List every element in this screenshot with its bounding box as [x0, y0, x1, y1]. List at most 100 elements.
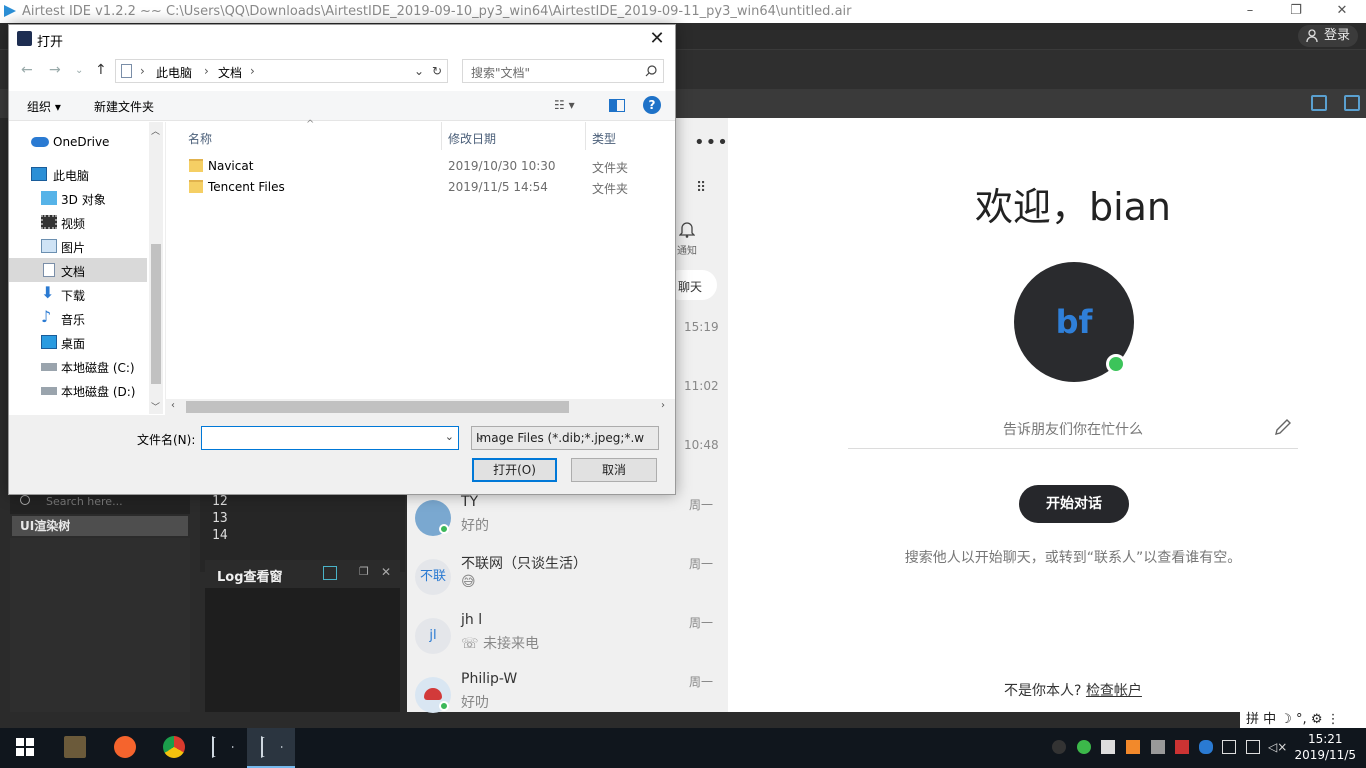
up-arrow-icon[interactable]: ↑: [95, 62, 107, 78]
tray-icon[interactable]: [1101, 740, 1115, 754]
drive-icon: [41, 363, 57, 371]
scroll-right-icon[interactable]: ›: [661, 400, 665, 411]
expand-icon[interactable]: [1344, 95, 1360, 111]
breadcrumb-this-pc[interactable]: 此电脑: [156, 64, 192, 81]
ime-toolbar[interactable]: 拼 中 ☽ °, ⚙ ⋮: [1240, 706, 1366, 728]
pencil-icon[interactable]: [1273, 417, 1293, 437]
filename-input[interactable]: ⌄: [201, 426, 459, 450]
column-header-date[interactable]: 修改日期: [448, 130, 496, 147]
organize-button[interactable]: 组织 ▾: [27, 98, 61, 115]
start-button[interactable]: [0, 728, 48, 768]
chat-time: 周一: [688, 557, 713, 571]
taskbar-app[interactable]: [149, 728, 197, 768]
file-date: 2019/10/30 10:30: [448, 159, 556, 173]
airtest-logo-icon: [4, 5, 16, 17]
start-chat-button[interactable]: 开始对话: [1019, 485, 1129, 523]
horizontal-scrollbar[interactable]: ‹ ›: [165, 399, 675, 415]
refresh-icon[interactable]: ↻: [432, 64, 442, 78]
tray-icon[interactable]: [1151, 740, 1165, 754]
horizontal-scroll-thumb[interactable]: [186, 401, 569, 413]
file-list: ^ 名称 修改日期 类型 Navicat 2019/10/30 10:30 文件…: [165, 119, 676, 414]
filetype-select[interactable]: Image Files (*.dib;*.jpeg;*.we ⌄: [471, 426, 659, 450]
address-bar[interactable]: › 此电脑 › 文档 › ⌄ ↻: [115, 59, 448, 83]
ui-tree-tab[interactable]: UI渲染树: [12, 516, 188, 536]
nav-item-desktop[interactable]: 桌面: [9, 330, 147, 354]
taskbar-app[interactable]: [100, 728, 148, 768]
taskbar-app[interactable]: [50, 728, 98, 768]
tray-icon[interactable]: [1126, 740, 1140, 754]
nav-item-drive-c[interactable]: 本地磁盘 (C:): [9, 354, 147, 378]
nav-item-3d-objects[interactable]: 3D 对象: [9, 186, 147, 210]
nav-item-this-pc[interactable]: 此电脑: [9, 162, 147, 186]
filter-icon[interactable]: [323, 566, 337, 580]
layout-icon[interactable]: [1311, 95, 1327, 111]
nav-item-pictures[interactable]: 图片: [9, 234, 147, 258]
view-options-icon[interactable]: ☷ ▾: [554, 98, 575, 112]
dialpad-icon[interactable]: ⠿: [696, 180, 706, 196]
forward-arrow-icon[interactable]: →: [49, 62, 61, 78]
missed-call-icon: ☏: [461, 636, 483, 652]
minimize-icon[interactable]: –: [1240, 3, 1260, 19]
search-documents-input[interactable]: 搜索"文档": [462, 59, 664, 83]
preview-pane-icon[interactable]: [609, 99, 625, 112]
status-input[interactable]: 告诉朋友们你在忙什么: [848, 413, 1298, 449]
chat-name: TY: [461, 494, 479, 510]
chat-item[interactable]: TY 好的 周一: [407, 494, 728, 553]
back-arrow-icon[interactable]: ←: [21, 62, 33, 78]
cancel-button[interactable]: 取消: [571, 458, 657, 482]
status-placeholder: 告诉朋友们你在忙什么: [1003, 422, 1143, 438]
close-log-icon[interactable]: ✕: [381, 565, 391, 579]
tray-icon[interactable]: [1175, 740, 1189, 754]
nav-item-videos[interactable]: 视频: [9, 210, 147, 234]
volume-icon[interactable]: ◁×: [1268, 740, 1287, 754]
new-folder-button[interactable]: 新建文件夹: [94, 98, 154, 115]
close-icon[interactable]: ✕: [1332, 3, 1352, 19]
file-row[interactable]: Navicat 2019/10/30 10:30 文件夹: [166, 156, 676, 177]
filename-dropdown-icon[interactable]: ⌄: [445, 430, 454, 443]
taskbar-app[interactable]: [198, 728, 246, 768]
nav-item-onedrive[interactable]: OneDrive: [9, 130, 147, 154]
nav-item-documents[interactable]: 文档: [9, 258, 147, 282]
chat-item[interactable]: jl jh l ☏ 未接来电 周一: [407, 612, 728, 671]
navigation-pane: OneDrive 此电脑 3D 对象 视频 图片 文档 ⬇ 下载 ♪ 音乐 桌面…: [9, 122, 164, 414]
maximize-icon[interactable]: ❐: [1286, 3, 1306, 19]
clock[interactable]: 15:21 2019/11/5: [1294, 731, 1356, 763]
chat-time: 周一: [688, 616, 713, 630]
nav-scroll-thumb[interactable]: [151, 244, 161, 384]
bluetooth-icon[interactable]: [1199, 740, 1213, 754]
tray-icon[interactable]: [1222, 740, 1236, 754]
airtest-icon: [212, 736, 234, 758]
help-icon[interactable]: ?: [643, 96, 661, 114]
app-icon: [114, 736, 136, 758]
qq-tray-icon[interactable]: [1052, 740, 1066, 754]
more-icon[interactable]: •••: [694, 132, 729, 153]
scroll-left-icon[interactable]: ‹: [171, 400, 175, 411]
column-header-name[interactable]: 名称: [188, 130, 212, 147]
breadcrumb-documents[interactable]: 文档: [218, 64, 242, 81]
chat-item[interactable]: Philip-W 好叻 周一: [407, 671, 728, 730]
welcome-title: 欢迎，bian: [974, 185, 1172, 229]
recent-dropdown-icon[interactable]: ⌄: [75, 65, 83, 76]
login-button[interactable]: 登录: [1297, 25, 1358, 47]
security-tray-icon[interactable]: [1077, 740, 1091, 754]
open-button[interactable]: 打开(O): [472, 458, 557, 482]
float-icon[interactable]: ❐: [359, 565, 369, 578]
nav-scrollbar[interactable]: ︿ ﹀: [149, 122, 163, 414]
check-account-link[interactable]: 检查帐户: [1086, 683, 1142, 699]
airtest-title-bar: Airtest IDE v1.2.2 ~~ C:\Users\QQ\Downlo…: [0, 0, 1366, 23]
nav-item-downloads[interactable]: ⬇ 下载: [9, 282, 147, 306]
nav-item-drive-d[interactable]: 本地磁盘 (D:): [9, 378, 147, 402]
bell-icon[interactable]: [679, 220, 695, 238]
network-icon[interactable]: [1246, 740, 1260, 754]
command-bar: 组织 ▾ 新建文件夹 ☷ ▾ ?: [9, 91, 675, 121]
dialog-close-icon[interactable]: ✕: [647, 29, 667, 49]
file-row[interactable]: Tencent Files 2019/11/5 14:54 文件夹: [166, 177, 676, 198]
address-dropdown-icon[interactable]: ⌄: [414, 64, 424, 78]
line-number: 12: [212, 494, 228, 509]
scroll-up-icon[interactable]: ︿: [151, 124, 160, 137]
column-header-type[interactable]: 类型: [592, 130, 616, 147]
taskbar-app-active[interactable]: [247, 728, 295, 768]
scroll-down-icon[interactable]: ﹀: [151, 400, 160, 413]
chat-item[interactable]: 不联 不联网（只谈生活） 😅 周一: [407, 553, 728, 612]
nav-item-music[interactable]: ♪ 音乐: [9, 306, 147, 330]
